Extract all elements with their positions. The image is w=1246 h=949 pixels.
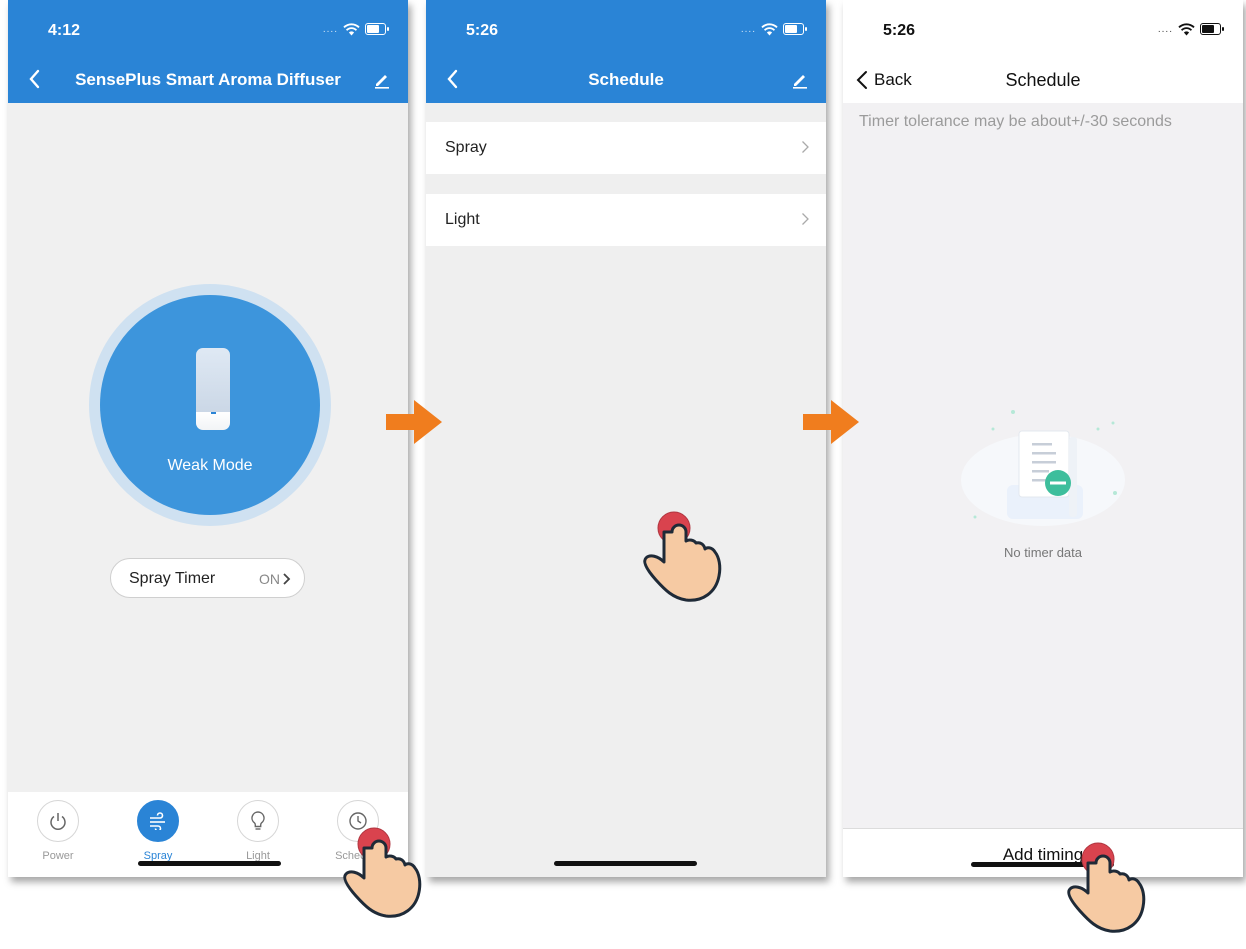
home-indicator[interactable]	[554, 861, 697, 866]
status-icons: ....	[1157, 20, 1224, 38]
tab-power[interactable]: Power	[28, 800, 88, 862]
bulb-icon	[237, 800, 279, 842]
navigation-bar: 5:26 .... Schedule	[426, 0, 826, 103]
wifi-icon	[343, 22, 360, 35]
back-chevron-icon[interactable]	[24, 66, 46, 92]
chevron-right-icon	[802, 213, 809, 225]
navigation-bar: 4:12 .... SensePlus Smart Aroma Diffuser	[8, 0, 408, 103]
signal-dots-icon: ....	[1157, 23, 1173, 35]
back-label: Back	[874, 70, 912, 89]
spray-icon	[137, 800, 179, 842]
tolerance-note: Timer tolerance may be about+/-30 second…	[859, 113, 1172, 130]
device-control-screen: 4:12 .... SensePlus Smart Aroma Diffuser…	[8, 0, 408, 877]
list-item-light[interactable]: Light	[426, 194, 826, 246]
tap-hand-icon	[1067, 842, 1146, 933]
back-chevron-icon	[856, 71, 867, 89]
tab-spray[interactable]: Spray	[128, 800, 188, 862]
battery-icon	[1200, 23, 1224, 35]
spray-timer-button[interactable]: Spray Timer ON	[110, 558, 305, 598]
edit-pencil-icon[interactable]	[790, 69, 810, 89]
chevron-right-icon	[283, 573, 291, 585]
wifi-icon	[761, 22, 778, 35]
navigation-bar: 5:26 .... Back Schedule	[843, 0, 1243, 103]
status-icons: ....	[322, 20, 389, 38]
back-chevron-icon[interactable]	[442, 66, 464, 92]
signal-dots-icon: ....	[322, 23, 338, 35]
battery-icon	[783, 23, 807, 35]
status-time: 5:26	[883, 22, 916, 39]
list-item-label: Light	[445, 211, 480, 228]
step-arrow-icon	[386, 400, 442, 444]
device-led	[211, 412, 216, 414]
page-title: Schedule	[588, 70, 664, 89]
tap-hand-icon	[643, 511, 722, 602]
tab-light[interactable]: Light	[228, 800, 288, 862]
step-arrow-icon	[803, 400, 859, 444]
add-timing-bar: Add timing	[843, 828, 1243, 877]
status-time: 4:12	[48, 22, 81, 39]
power-icon	[37, 800, 79, 842]
tap-hand-icon	[343, 827, 422, 918]
list-item-spray[interactable]: Spray	[426, 122, 826, 174]
status-time: 5:26	[466, 22, 499, 39]
edit-pencil-icon[interactable]	[372, 69, 392, 89]
empty-state-text: No timer data	[1003, 545, 1083, 560]
spray-timer-label: Spray Timer	[129, 570, 216, 587]
home-indicator[interactable]	[138, 861, 281, 866]
timer-list-screen: 5:26 .... Back Schedule Timer tolerance …	[843, 0, 1243, 877]
tab-power-label: Power	[42, 850, 74, 862]
chevron-right-icon	[802, 141, 809, 153]
signal-dots-icon: ....	[740, 23, 756, 35]
spray-timer-value: ON	[259, 571, 280, 587]
diffuser-device-icon	[196, 348, 230, 430]
list-item-label: Spray	[445, 139, 487, 156]
battery-icon	[365, 23, 389, 35]
empty-timer-illustration	[961, 410, 1125, 526]
page-title: Schedule	[1005, 70, 1081, 90]
schedule-category-screen: 5:26 .... Schedule Spray Light	[426, 0, 826, 877]
wifi-icon	[1178, 22, 1195, 35]
mode-label: Weak Mode	[167, 457, 253, 474]
spray-timer-status: ON	[259, 571, 292, 587]
status-icons: ....	[740, 20, 807, 38]
page-title: SensePlus Smart Aroma Diffuser	[75, 70, 341, 89]
back-button[interactable]: Back	[856, 70, 912, 90]
